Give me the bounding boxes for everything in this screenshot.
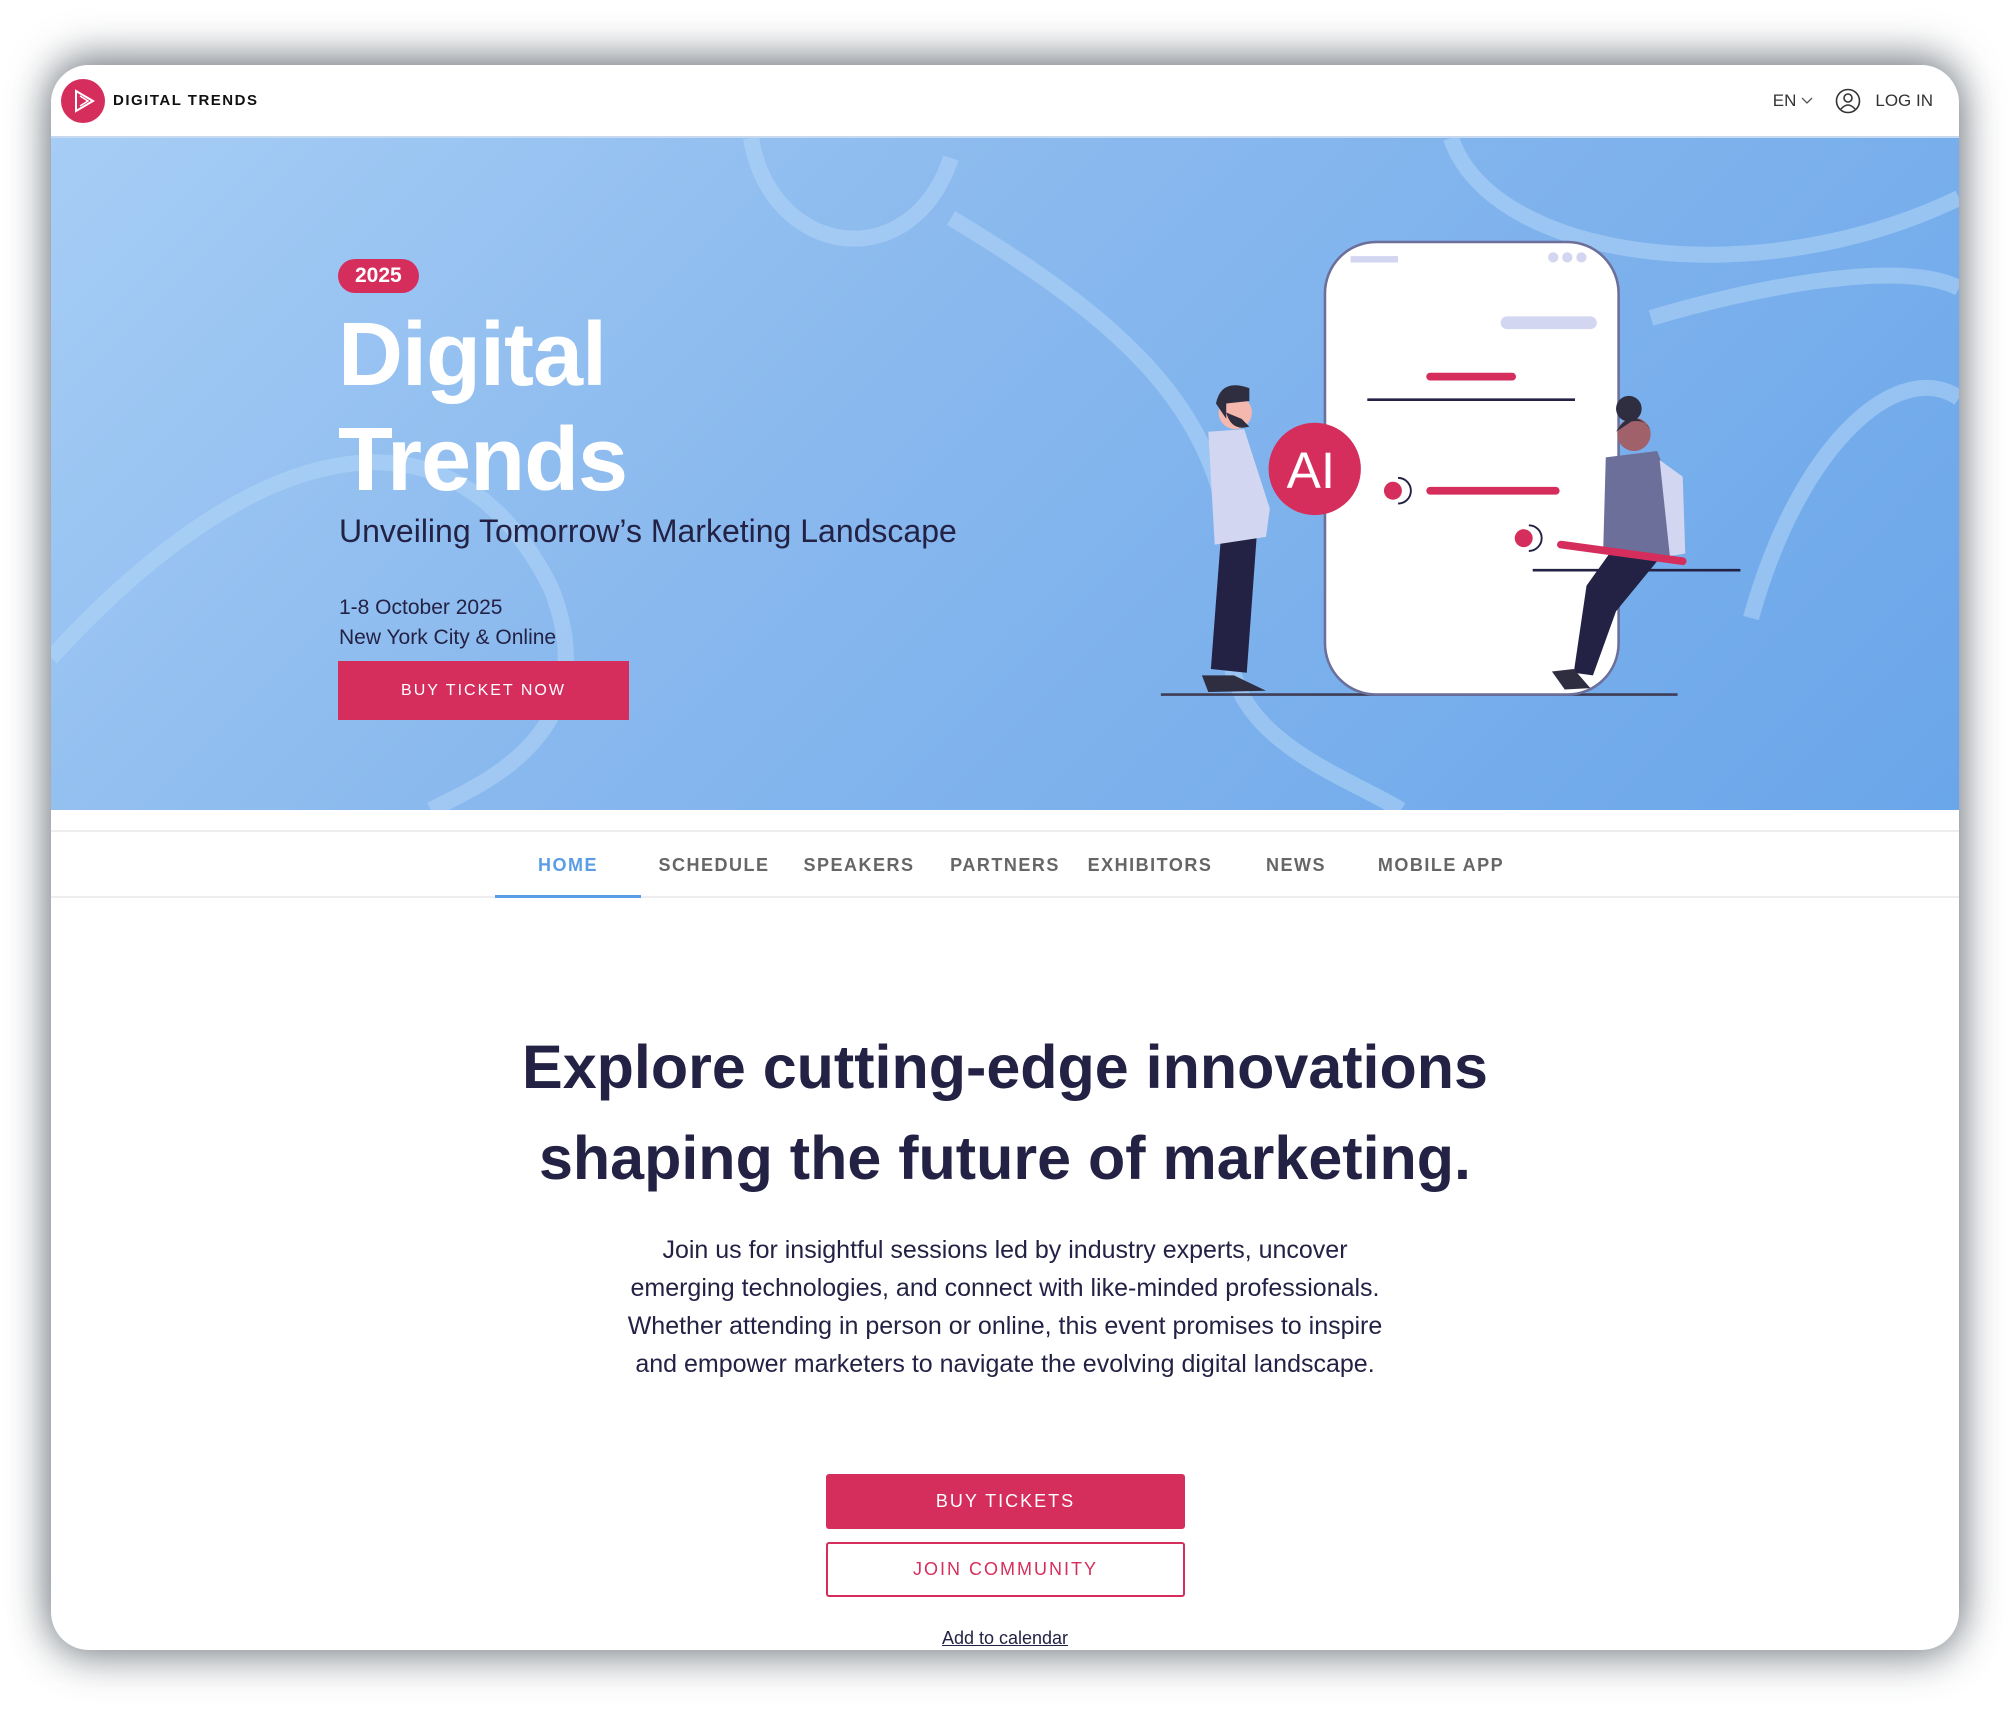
language-selector[interactable]: EN — [1773, 91, 1814, 111]
tab-schedule[interactable]: SCHEDULE — [641, 832, 787, 898]
login-button[interactable]: LOG IN — [1835, 88, 1933, 114]
site-header: DIGITAL TRENDS EN LOG IN — [51, 65, 1959, 138]
user-icon — [1836, 88, 1861, 114]
login-label: LOG IN — [1875, 91, 1933, 110]
add-to-calendar-link[interactable]: Add to calendar — [51, 1628, 1959, 1649]
main-heading-line2: shaping the future of marketing. — [538, 1124, 1471, 1192]
hero-subtitle: Unveiling Tomorrow’s Marketing Landscape — [339, 513, 957, 549]
hero-title-line1: Digital — [338, 305, 607, 405]
language-label: EN — [1772, 91, 1797, 110]
hero-title-line2: Trends — [338, 410, 628, 510]
phone-illustration — [1323, 240, 1620, 696]
join-community-button[interactable]: JOIN COMMUNITY — [826, 1542, 1185, 1597]
tab-speakers[interactable]: SPEAKERS — [786, 832, 932, 898]
tab-home[interactable]: HOME — [495, 832, 641, 898]
tab-exhibitors[interactable]: EXHIBITORS — [1077, 832, 1223, 898]
chevron-down-icon — [1801, 97, 1813, 104]
hero-banner: 2025 Digital Trends Unveiling Tomorrow’s… — [51, 138, 1959, 810]
browser-window: DIGITAL TRENDS EN LOG IN 2025 Digital Tr… — [51, 65, 1959, 1650]
buy-tickets-button[interactable]: BUY TICKETS — [826, 1474, 1185, 1529]
year-badge: 2025 — [338, 259, 419, 293]
tab-news[interactable]: NEWS — [1223, 832, 1369, 898]
tab-partners[interactable]: PARTNERS — [932, 832, 1078, 898]
hero-illustration: AI — [1160, 240, 1741, 696]
main-navigation: HOME SCHEDULE SPEAKERS PARTNERS EXHIBITO… — [51, 830, 1959, 898]
logo-play-icon[interactable] — [61, 79, 105, 123]
intro-paragraph: Join us for insightful sessions led by i… — [627, 1236, 1383, 1378]
ai-label: AI — [1287, 442, 1335, 499]
event-location: New York City & Online — [339, 626, 557, 649]
event-date: 1-8 October 2025 — [339, 596, 503, 619]
buy-ticket-now-button[interactable]: BUY TICKET NOW — [338, 661, 629, 720]
event-info: 1-8 October 2025 New York City & Online — [339, 593, 556, 653]
brand-name[interactable]: DIGITAL TRENDS — [113, 92, 258, 109]
main-heading-line1: Explore cutting-edge innovations — [522, 1033, 1488, 1101]
hero-title: Digital Trends — [338, 303, 628, 513]
main-heading: Explore cutting-edge innovations shaping… — [51, 1022, 1959, 1204]
tab-mobile-app[interactable]: MOBILE APP — [1368, 832, 1514, 898]
